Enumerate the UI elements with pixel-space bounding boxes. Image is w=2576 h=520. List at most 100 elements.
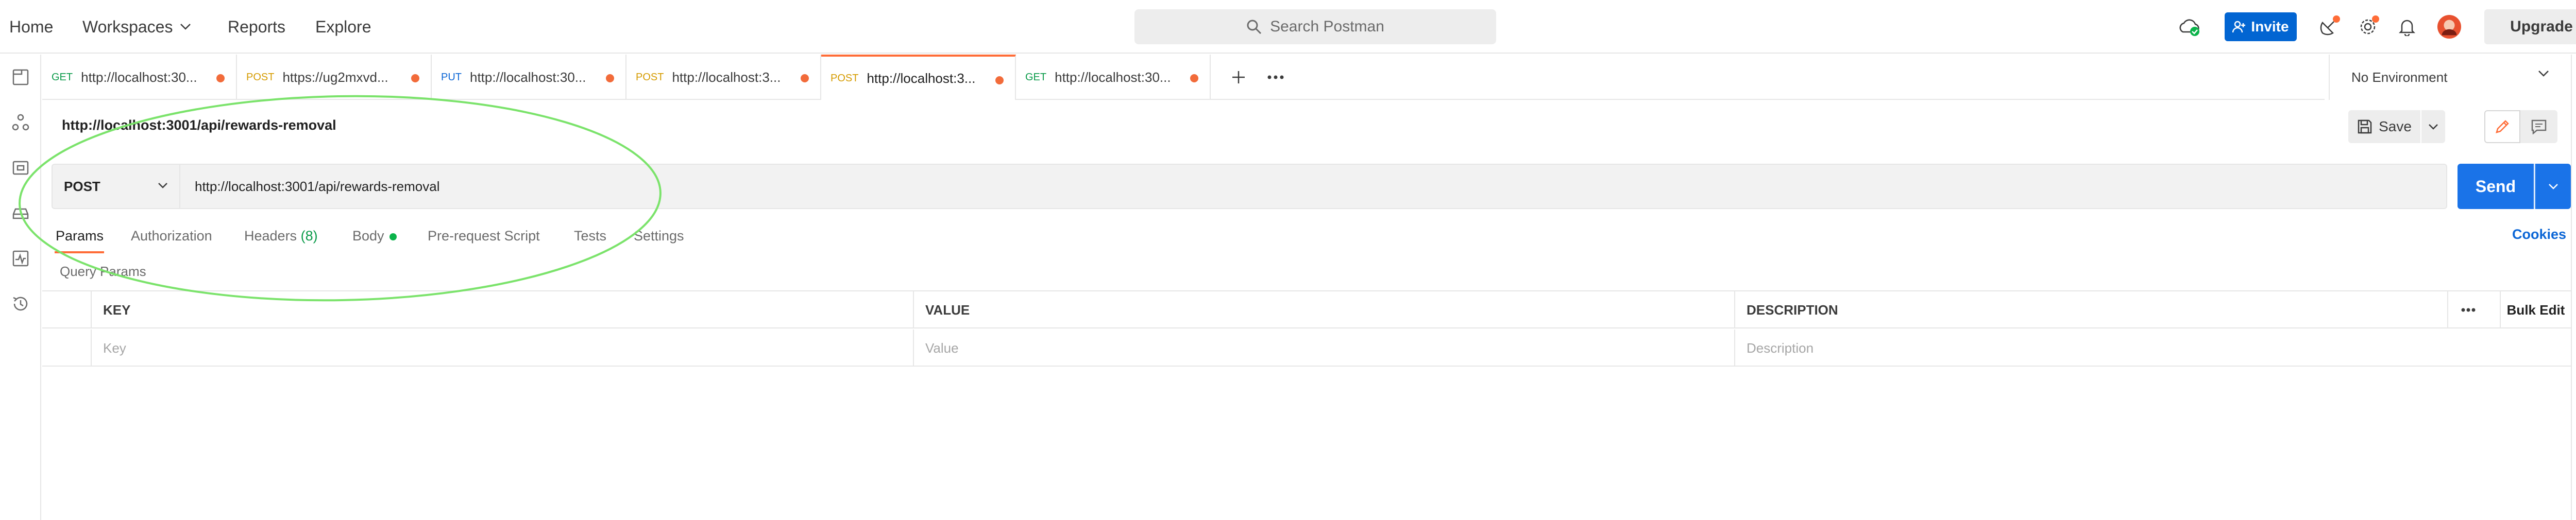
tab-params[interactable]: Params (56, 227, 104, 245)
request-tab[interactable]: GET http://localhost:30... (42, 55, 237, 100)
body-indicator-dot (389, 233, 397, 240)
checkbox-column-header (42, 291, 91, 328)
request-tab[interactable]: PUT http://localhost:30... (432, 55, 626, 100)
tab-options-button[interactable] (1263, 65, 1288, 90)
chevron-down-icon (180, 24, 191, 30)
tab-headers[interactable]: Headers (8) (244, 227, 318, 245)
invite-button[interactable]: Invite (2225, 12, 2297, 41)
send-button[interactable]: Send (2458, 164, 2534, 209)
method-select[interactable]: POST (52, 164, 180, 209)
bulk-edit-label: Bulk Edit (2506, 302, 2565, 318)
unsaved-dot (995, 76, 1004, 84)
unsaved-dot (1190, 74, 1198, 82)
request-tab[interactable]: POST https://ug2mxvd... (237, 55, 432, 100)
tab-url: http://localhost:30... (81, 69, 197, 85)
request-tab-active[interactable]: POST http://localhost:3... (821, 55, 1016, 100)
request-tabs: GET http://localhost:30... POST https://… (42, 55, 2325, 100)
tab-tests[interactable]: Tests (574, 227, 606, 245)
save-button[interactable]: Save (2348, 110, 2420, 143)
save-label: Save (2379, 118, 2412, 134)
settings-icon[interactable] (2355, 14, 2380, 39)
bell-icon[interactable] (2395, 14, 2419, 39)
unsaved-dot (801, 74, 809, 82)
left-sidebar (0, 55, 41, 520)
right-sidebar (2571, 55, 2576, 520)
nav-home[interactable]: Home (9, 15, 53, 38)
tab-authorization[interactable]: Authorization (131, 227, 212, 245)
comments-button[interactable] (2520, 110, 2557, 143)
tab-method: GET (52, 71, 73, 83)
invite-label: Invite (2251, 19, 2289, 34)
url-input[interactable]: http://localhost:3001/api/rewards-remova… (180, 164, 2447, 209)
tab-headers-label: Headers (244, 228, 297, 244)
chevron-down-icon (158, 183, 167, 188)
add-user-icon (2232, 21, 2246, 33)
monitors-icon[interactable] (9, 247, 32, 270)
environments-icon[interactable] (9, 157, 32, 179)
edit-button[interactable] (2484, 110, 2520, 143)
cookies-link[interactable]: Cookies (2512, 227, 2566, 242)
nav-reports[interactable]: Reports (228, 15, 285, 38)
upgrade-button[interactable]: Upgrade (2484, 9, 2576, 44)
notification-dot (2333, 15, 2340, 23)
new-tab-button[interactable] (1226, 65, 1251, 90)
search-placeholder: Search Postman (1270, 18, 1384, 35)
save-icon (2358, 119, 2372, 134)
tab-method: GET (1025, 71, 1047, 83)
nav-explore[interactable]: Explore (315, 15, 371, 38)
request-tab[interactable]: POST http://localhost:3... (626, 55, 821, 100)
headers-count: (8) (300, 228, 318, 244)
request-title[interactable]: http://localhost:3001/api/rewards-remova… (62, 117, 336, 133)
settings-update-dot (2372, 15, 2379, 23)
column-header-value: VALUE (913, 291, 1734, 328)
sync-status-icon[interactable] (2177, 14, 2202, 39)
satellite-icon[interactable] (2316, 14, 2341, 39)
tab-method: POST (831, 72, 859, 84)
search-icon (1247, 20, 1262, 34)
tab-url: http://localhost:3... (672, 69, 781, 85)
params-table: KEY VALUE DESCRIPTION Bulk Edit Key Valu… (42, 290, 2571, 367)
save-options-button[interactable] (2421, 110, 2445, 143)
environment-label: No Environment (2351, 69, 2448, 85)
chevron-down-icon (2549, 184, 2558, 189)
unsaved-dot (411, 74, 419, 82)
collections-icon[interactable] (9, 66, 32, 89)
history-icon[interactable] (9, 292, 32, 315)
request-tab[interactable]: GET http://localhost:30... (1016, 55, 1211, 100)
active-tab-indicator (55, 251, 104, 253)
apis-icon[interactable] (9, 111, 32, 134)
nav-workspaces[interactable]: Workspaces (82, 15, 191, 38)
value-input[interactable]: Value (913, 330, 1734, 367)
nav-workspaces-label: Workspaces (82, 18, 173, 36)
unsaved-dot (216, 74, 225, 82)
tab-body-label: Body (352, 228, 384, 244)
row-checkbox-cell (42, 330, 91, 367)
chevron-down-icon (2429, 124, 2438, 130)
plus-icon (1232, 71, 1245, 83)
chevron-down-icon (2538, 71, 2549, 77)
pencil-icon (2496, 120, 2509, 133)
mock-servers-icon[interactable] (9, 202, 32, 224)
tab-url: http://localhost:3... (867, 70, 976, 86)
tab-method: PUT (441, 71, 462, 83)
tab-url: https://ug2mxvd... (282, 69, 388, 85)
environment-selector[interactable]: No Environment (2329, 55, 2570, 100)
more-horizontal-icon (1267, 75, 1284, 79)
bulk-edit-button[interactable]: Bulk Edit (2500, 291, 2571, 328)
tab-pre-request-script[interactable]: Pre-request Script (428, 227, 540, 245)
method-value: POST (64, 178, 100, 194)
unsaved-dot (606, 74, 614, 82)
query-params-label: Query Params (60, 264, 146, 279)
send-options-button[interactable] (2535, 164, 2571, 209)
column-options-button[interactable] (2447, 291, 2488, 328)
key-input[interactable]: Key (91, 330, 913, 367)
tab-settings[interactable]: Settings (634, 227, 684, 245)
tab-method: POST (636, 71, 664, 83)
tab-body[interactable]: Body (352, 227, 397, 245)
description-input[interactable]: Description (1734, 330, 2571, 367)
top-bar: Home Workspaces Reports Explore Search P… (0, 0, 2576, 54)
comment-icon (2531, 119, 2547, 134)
search-bar[interactable]: Search Postman (1134, 9, 1496, 44)
avatar[interactable] (2437, 14, 2462, 39)
table-row: Key Value Description (42, 330, 2571, 367)
